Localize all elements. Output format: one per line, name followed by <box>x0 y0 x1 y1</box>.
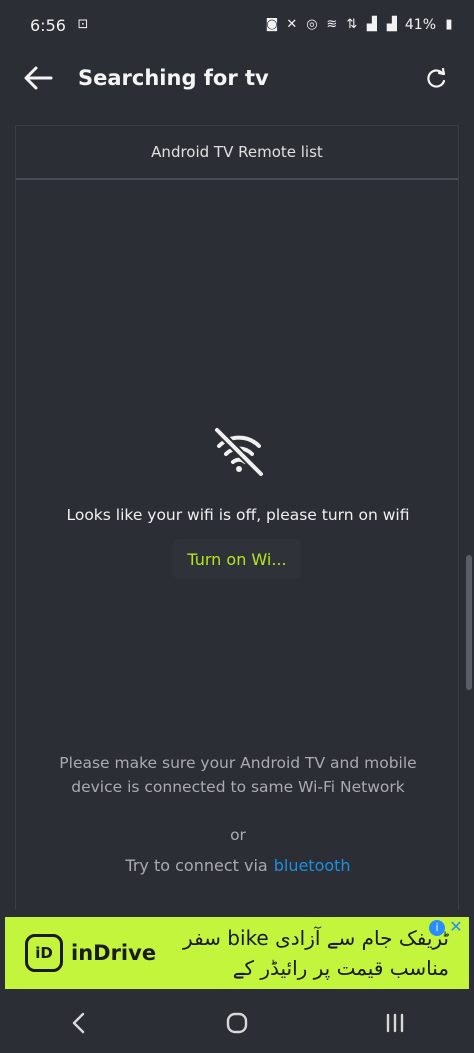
info-icon[interactable]: i <box>429 920 445 936</box>
ad-line-1: سفر bike ٹریفک جام سے آزادی <box>183 926 449 950</box>
recents-icon <box>386 1013 404 1033</box>
screen-record-icon: ⊡ <box>77 17 89 32</box>
scrollbar[interactable] <box>466 555 472 690</box>
arrow-left-icon <box>24 66 53 90</box>
list-header: Android TV Remote list <box>16 126 458 180</box>
chevron-left-icon <box>72 1012 85 1034</box>
ad-text: سفر bike ٹریفک جام سے آزادی مناسب قیمت پ… <box>183 923 459 983</box>
app-bar: Searching for tv <box>0 50 474 106</box>
nav-home-button[interactable] <box>217 1003 257 1043</box>
ad-line-2: مناسب قیمت پر رائیڈر کے <box>232 956 449 980</box>
battery-icon: ▮ <box>445 17 453 32</box>
ad-banner[interactable]: iD inDrive سفر bike ٹریفک جام سے آزادی م… <box>5 917 469 989</box>
tv-list-panel: Android TV Remote list Looks like your w… <box>15 125 459 910</box>
refresh-icon <box>427 67 446 88</box>
signal-icon-2: ▟ <box>386 17 397 32</box>
close-icon[interactable]: ✕ <box>448 918 464 936</box>
wifi-off-icon <box>214 427 264 477</box>
or-text: or <box>230 826 246 844</box>
page-title: Searching for tv <box>78 66 269 90</box>
bluetooth-link[interactable]: bluetooth <box>274 856 351 875</box>
status-bar: 6:56 ⊡ ◙ ✕ ◎ ≋ ⇅ ▟ ▟ 41% ▮ <box>0 0 474 50</box>
nav-recents-button[interactable] <box>375 1003 415 1043</box>
system-nav-bar <box>0 993 474 1053</box>
wifi-off-message: Looks like your wifi is off, please turn… <box>66 506 410 524</box>
refresh-button[interactable] <box>420 61 454 95</box>
back-button[interactable] <box>20 60 56 96</box>
help-text: Please make sure your Android TV and mob… <box>59 754 417 796</box>
data-icon: ⇅ <box>346 17 358 32</box>
alarm-icon: ◙ <box>265 17 279 32</box>
turn-on-wifi-label: Turn on Wi... <box>187 549 287 569</box>
turn-on-wifi-button[interactable]: Turn on Wi... <box>173 539 301 579</box>
mute-icon: ✕ <box>286 17 298 32</box>
status-time: 6:56 <box>30 15 66 35</box>
volte-icon: ≋ <box>326 17 338 32</box>
battery-level: 41% <box>404 17 436 33</box>
bluetooth-prompt: Try to connect via bluetooth <box>16 856 460 875</box>
hotspot-icon: ◎ <box>306 17 318 32</box>
home-circle-icon <box>226 1012 248 1034</box>
ad-logo: iD <box>25 934 63 972</box>
ad-brand: inDrive <box>71 941 157 965</box>
bluetooth-prefix: Try to connect via <box>125 856 268 875</box>
signal-icon: ▟ <box>366 17 377 32</box>
nav-back-button[interactable] <box>59 1003 99 1043</box>
